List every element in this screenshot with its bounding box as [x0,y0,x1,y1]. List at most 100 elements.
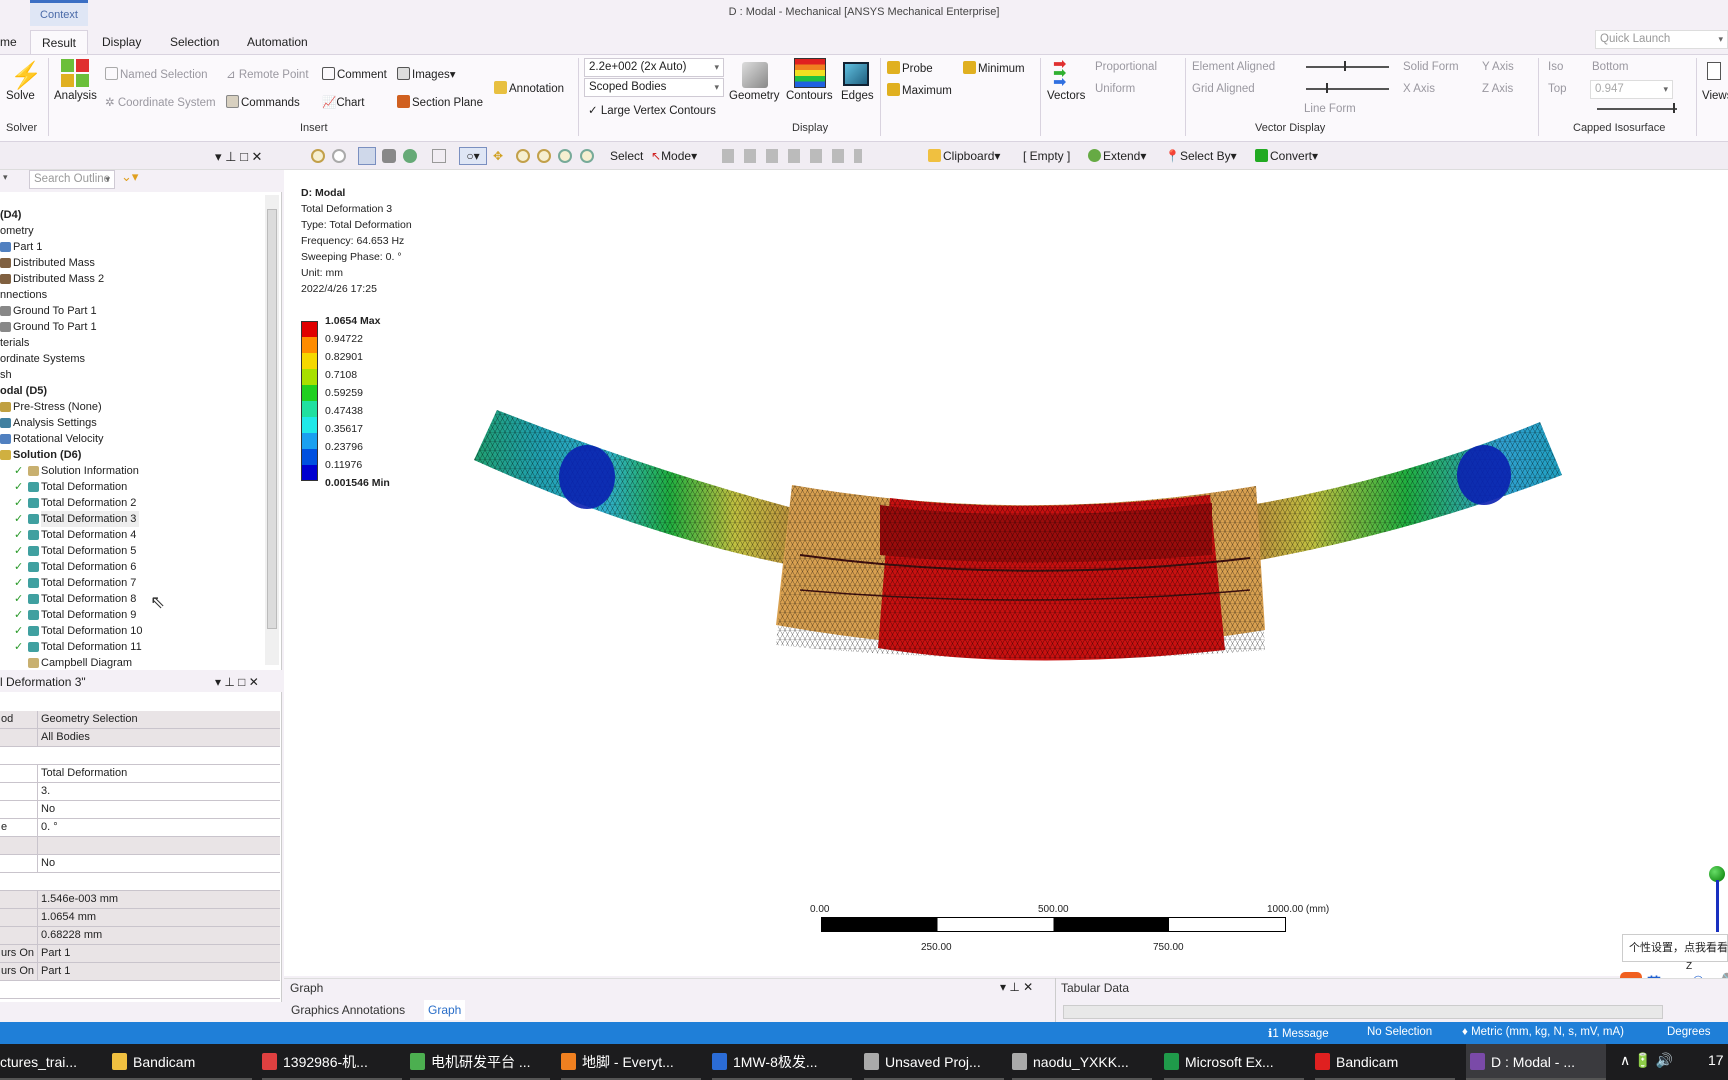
tab-graph[interactable]: Graph [424,1000,466,1020]
units-status[interactable]: ♦ Metric (mm, kg, N, s, mV, mA) [1462,1026,1624,1038]
tree-item[interactable]: ometry [0,223,262,239]
tree-item[interactable]: odal (D5) [0,383,262,399]
app-icon [112,1053,127,1070]
taskbar-item[interactable]: Bandicam [112,1044,252,1080]
solution-icon [0,450,11,460]
scale-bar-ruler [821,917,1286,932]
tree-item[interactable]: ✓ Total Deformation 2 [0,495,262,511]
taskbar-item[interactable]: 1MW-8极发... [712,1044,852,1080]
taskbar-item[interactable]: 1392986-机... [262,1044,402,1080]
tray-icons[interactable]: ∧ 🔋 🔊 [1620,1052,1673,1069]
result-icon [28,610,39,620]
tree-item[interactable]: ✓ Solution Information [0,463,262,479]
taskbar-item-label: D : Modal - ... [1491,1054,1576,1070]
tabular-data-title: Tabular Data [1061,981,1130,995]
tree-item[interactable]: ✓ Total Deformation [0,479,262,495]
taskbar-item[interactable]: 地脚 - Everyt... [561,1044,701,1080]
tree-item[interactable]: ✓ Total Deformation 6 [0,559,262,575]
tree-item-label: Total Deformation [41,481,128,493]
right-arm [1250,422,1562,560]
result-icon [28,498,39,508]
tabular-scrollbar[interactable] [1063,1005,1663,1019]
distributed-mass-right [1457,445,1511,505]
tree-item[interactable]: sh [0,367,262,383]
info-icon [28,658,39,668]
tree-item-label: odal (D5) [0,385,48,397]
tree-item[interactable]: Part 1 [0,239,262,255]
graph-panel-controls[interactable]: ▾ ⊥ ✕ [1000,980,1033,994]
app-icon [712,1053,727,1070]
taskbar-item-label: Bandicam [1336,1054,1399,1070]
tree-item-label: Rotational Velocity [13,433,104,445]
tree-item[interactable]: ordinate Systems [0,351,262,367]
velocity-icon [0,434,11,444]
check-icon: ✓ [14,577,24,589]
taskbar-item-label: Unsaved Proj... [885,1054,981,1070]
tree-item-label: Distributed Mass 2 [13,273,105,285]
app-icon [410,1053,425,1070]
result-icon [28,562,39,572]
scale-label: 1000.00 (mm) [1267,904,1330,915]
taskbar-item-label: naodu_YXKK... [1033,1054,1129,1070]
mass-icon [0,258,11,268]
tree-item[interactable]: Distributed Mass [0,255,262,271]
taskbar-item-label: 电机研发平台 ... [431,1054,531,1070]
tree-item[interactable]: ✓ Total Deformation 7 [0,575,262,591]
tree-item[interactable]: ✓ Total Deformation 5 [0,543,262,559]
tree-item[interactable]: nnections [0,287,262,303]
check-icon: ✓ [14,481,24,493]
taskbar-item[interactable]: 电机研发平台 ... [410,1044,550,1080]
part-icon [0,242,11,252]
tree-item[interactable]: Pre-Stress (None) [0,399,262,415]
tree-item[interactable]: ✓ Total Deformation 4 [0,527,262,543]
tree-item[interactable]: ✓ Total Deformation 8 [0,591,262,607]
taskbar-item-label: 1MW-8极发... [733,1054,818,1070]
tree-item[interactable]: Solution (D6) [0,447,262,463]
tree-item[interactable]: ✓ Total Deformation 10 [0,623,262,639]
taskbar-item-label: 1392986-机... [283,1054,368,1070]
taskbar-item-label: Bandicam [133,1054,196,1070]
taskbar-item-label: 地脚 - Everyt... [582,1054,674,1070]
joint-icon [0,306,11,316]
tree-item-label: Ground To Part 1 [13,305,97,317]
tree-item[interactable]: ✓ Total Deformation 11 [0,639,262,655]
tree-item[interactable]: Ground To Part 1 [0,319,262,335]
clock[interactable]: 17 [1708,1052,1724,1068]
ime-tooltip: 个性设置，点我看看 [1622,934,1728,962]
check-icon: ✓ [14,593,24,605]
scale-label: 750.00 [1153,942,1184,953]
tree-item-label: Total Deformation 2 [41,497,137,509]
tree-item-label: Total Deformation 4 [41,529,137,541]
tree-item-label: Campbell Diagram [41,657,133,669]
tree-item[interactable]: Campbell Diagram [0,655,262,671]
tree-item-label: ordinate Systems [0,353,85,365]
tree-item[interactable]: Distributed Mass 2 [0,271,262,287]
taskbar-item[interactable]: D : Modal - ... [1466,1044,1606,1080]
tree-item[interactable]: Rotational Velocity [0,431,262,447]
tab-graphics-annotations[interactable]: Graphics Annotations [291,1003,405,1017]
tree-item[interactable]: (D4) [0,207,262,223]
taskbar-item[interactable]: naodu_YXKK... [1012,1044,1152,1080]
taskbar-item[interactable]: Bandicam [1315,1044,1455,1080]
tree-item[interactable]: ✓ Total Deformation 3 [0,511,262,527]
app-icon [262,1053,277,1070]
tree-item-label: Total Deformation 9 [41,609,137,621]
tree-item-label: Total Deformation 10 [41,625,143,637]
tree-item[interactable]: terials [0,335,262,351]
result-icon [28,642,39,652]
scale-label: 250.00 [921,942,952,953]
check-icon: ✓ [14,545,24,557]
app-icon [1470,1053,1485,1070]
result-icon [28,482,39,492]
tree-item[interactable]: ✓ Total Deformation 9 [0,607,262,623]
joint-icon [0,322,11,332]
messages-status[interactable]: ℹ1 Message [1268,1026,1329,1040]
taskbar-item-label: Microsoft Ex... [1185,1054,1274,1070]
tree-item-label: Part 1 [13,241,43,253]
tree-item[interactable]: Ground To Part 1 [0,303,262,319]
taskbar-item[interactable]: Microsoft Ex... [1164,1044,1304,1080]
taskbar-item[interactable]: Unsaved Proj... [864,1044,1004,1080]
angle-units-status[interactable]: Degrees [1667,1026,1710,1038]
check-icon: ✓ [14,609,24,621]
tree-item[interactable]: Analysis Settings [0,415,262,431]
